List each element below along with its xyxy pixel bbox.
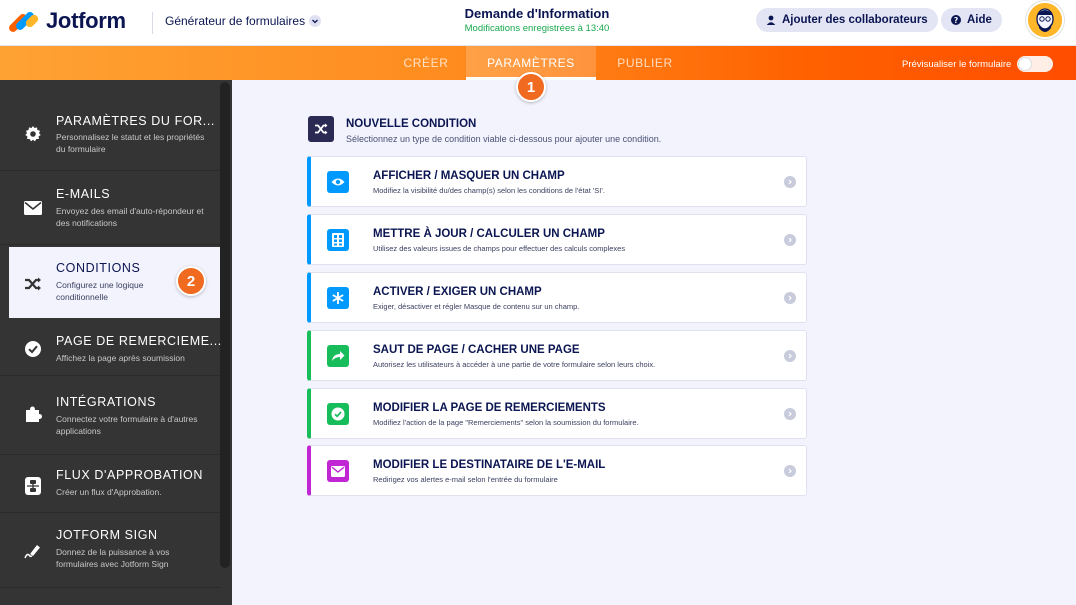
condition-show-hide-field[interactable]: AFFICHER / MASQUER UN CHAMP Modifiez la …: [307, 156, 807, 207]
sidebar-item-title: PAGE DE REMERCIEME...: [56, 334, 222, 348]
help-icon: ?: [951, 15, 961, 25]
save-status: Modifications enregistrées à 13:40: [464, 23, 610, 34]
sidebar-item-title: INTÉGRATIONS: [56, 395, 157, 409]
condition-enable-require-field[interactable]: ACTIVER / EXIGER UN CHAMP Exiger, désact…: [307, 272, 807, 323]
condition-desc: Modifiez l'action de la page "Remercieme…: [373, 418, 639, 427]
condition-skip-hide-page[interactable]: SAUT DE PAGE / CACHER UNE PAGE Autorisez…: [307, 330, 807, 381]
sidebar-item-form-settings[interactable]: PARAMÈTRES DU FOR... Personnalisez le st…: [0, 93, 220, 171]
callout-badge-2: 2: [176, 266, 206, 296]
condition-change-thank-you-page[interactable]: MODIFIER LA PAGE DE REMERCIEMENTS Modifi…: [307, 388, 807, 439]
sidebar-item-desc: Donnez de la puissance à vos formulaires…: [56, 547, 170, 569]
sidebar-item-desc: Personnalisez le statut et les propriété…: [56, 132, 205, 154]
shuffle-icon: [22, 273, 44, 295]
tab-publish[interactable]: PUBLIER: [606, 46, 684, 80]
check-circle-icon: [22, 338, 44, 360]
sidebar-item-jotform-sign[interactable]: JOTFORM SIGN Donnez de la puissance à vo…: [0, 514, 220, 588]
sidebar-item-desc: Affichez la page après soumission: [56, 353, 185, 363]
check-circle-icon: [327, 403, 349, 425]
top-bar: Jotform Générateur de formulaires Demand…: [0, 0, 1076, 46]
chevron-right-icon: [784, 350, 796, 362]
condition-desc: Autorisez les utilisateurs à accéder à u…: [373, 360, 656, 369]
chevron-right-icon: [784, 234, 796, 246]
chevron-right-icon: [784, 465, 796, 477]
condition-title: MODIFIER LA PAGE DE REMERCIEMENTS: [373, 402, 606, 414]
forward-arrow-icon: [327, 345, 349, 367]
preview-form: Prévisualiser le formulaire: [902, 56, 1054, 72]
jotform-logo[interactable]: Jotform: [7, 8, 126, 34]
sidebar-item-title: JOTFORM SIGN: [56, 528, 158, 542]
condition-desc: Redirigez vos alertes e-mail selon l'ent…: [373, 475, 558, 484]
condition-title: AFFICHER / MASQUER UN CHAMP: [373, 170, 565, 182]
envelope-icon: [22, 197, 44, 219]
sidebar-item-desc: Connectez votre formulaire à d'autres ap…: [56, 414, 198, 436]
sidebar-item-integrations[interactable]: INTÉGRATIONS Connectez votre formulaire …: [0, 377, 220, 455]
builder-label: Générateur de formulaires: [165, 14, 306, 28]
approval-flow-icon: [22, 475, 44, 497]
condition-title: ACTIVER / EXIGER UN CHAMP: [373, 286, 542, 298]
sidebar-item-thank-you-page[interactable]: PAGE DE REMERCIEME... Affichez la page a…: [0, 320, 222, 376]
eye-icon: [327, 171, 349, 193]
add-collaborators-label: Ajouter des collaborateurs: [782, 14, 928, 26]
asterisk-icon: [327, 287, 349, 309]
preview-toggle[interactable]: [1017, 56, 1054, 72]
chevron-down-icon: [309, 15, 322, 27]
calculator-icon: [327, 229, 349, 251]
form-title-block: Demande d'Information Modifications enre…: [437, 6, 637, 34]
condition-change-email-recipient[interactable]: MODIFIER LE DESTINATAIRE DE L'E-MAIL Red…: [307, 445, 807, 496]
condition-title: METTRE À JOUR / CALCULER UN CHAMP: [373, 228, 605, 240]
sidebar-item-approval-flows[interactable]: FLUX D'APPROBATION Créer un flux d'Appro…: [0, 456, 220, 513]
form-title[interactable]: Demande d'Information: [437, 6, 637, 21]
puzzle-icon: [22, 403, 44, 425]
chevron-right-icon: [784, 176, 796, 188]
condition-desc: Modifiez la visibilité du/des champ(s) s…: [373, 186, 605, 195]
tab-create[interactable]: CRÉER: [398, 46, 454, 80]
user-avatar[interactable]: [1026, 1, 1064, 39]
svg-text:?: ?: [954, 16, 958, 25]
condition-desc: Utilisez des valeurs issues de champs po…: [373, 244, 626, 253]
sidebar-scrollbar[interactable]: [220, 82, 230, 568]
sidebar-item-desc: Configurez une logique conditionnelle: [56, 280, 144, 302]
sidebar-item-title: E-MAILS: [56, 187, 111, 201]
condition-update-calculate-field[interactable]: METTRE À JOUR / CALCULER UN CHAMP Utilis…: [307, 214, 807, 265]
sidebar-item-title: PARAMÈTRES DU FOR...: [56, 114, 216, 128]
new-condition-title: NOUVELLE CONDITION: [346, 118, 477, 130]
condition-desc: Exiger, désactiver et régler Masque de c…: [373, 302, 580, 311]
sidebar-item-title: CONDITIONS: [56, 261, 141, 275]
builder-dropdown[interactable]: Générateur de formulaires: [165, 14, 322, 28]
help-label: Aide: [967, 14, 992, 26]
logo-text: Jotform: [46, 8, 126, 33]
chevron-right-icon: [784, 408, 796, 420]
sidebar-item-desc: Envoyez des email d'auto-répondeur et de…: [56, 206, 204, 228]
header-divider: [152, 12, 153, 34]
jotform-logo-icon: [7, 8, 40, 34]
new-condition-header: NOUVELLE CONDITION Sélectionnez un type …: [308, 116, 661, 144]
sidebar-item-emails[interactable]: E-MAILS Envoyez des email d'auto-réponde…: [0, 171, 220, 245]
pen-icon: [22, 540, 44, 562]
chevron-right-icon: [784, 292, 796, 304]
user-icon: [766, 15, 776, 25]
new-condition-subtitle: Sélectionnez un type de condition viable…: [346, 134, 662, 144]
condition-title: MODIFIER LE DESTINATAIRE DE L'E-MAIL: [373, 459, 606, 471]
callout-badge-1: 1: [516, 72, 546, 102]
sidebar-item-desc: Créer un flux d'Approbation.: [56, 487, 162, 497]
preview-label: Prévisualiser le formulaire: [902, 58, 1012, 70]
sidebar-item-title: FLUX D'APPROBATION: [56, 468, 204, 482]
help-button[interactable]: ? Aide: [941, 8, 1002, 32]
envelope-icon: [327, 460, 349, 482]
gear-icon: [22, 123, 44, 145]
condition-title: SAUT DE PAGE / CACHER UNE PAGE: [373, 344, 580, 356]
add-collaborators-button[interactable]: Ajouter des collaborateurs: [756, 8, 938, 32]
shuffle-icon: [308, 116, 334, 142]
